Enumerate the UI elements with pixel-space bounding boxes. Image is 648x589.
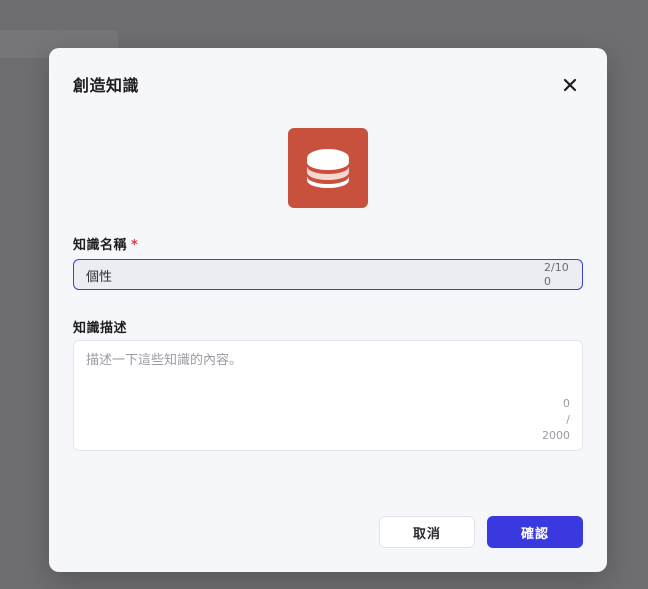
name-char-count: 2/100 [544,261,569,288]
name-label: 知識名稱 * [73,234,138,253]
description-count-current: 0 [563,397,570,410]
name-input-value: 個性 [86,270,113,285]
close-button[interactable] [560,75,580,95]
create-knowledge-modal: 創造知識 知識名稱 * 個性 2/100 知識描述 描述一下這些知識的內容。 0 … [49,48,607,572]
name-input[interactable]: 個性 2/100 [73,259,583,290]
modal-title: 創造知識 [73,76,140,95]
close-icon [563,78,577,92]
name-label-text: 知識名稱 [73,238,128,253]
confirm-button[interactable]: 確認 [487,516,583,548]
description-count-max: 2000 [542,429,570,442]
description-textarea[interactable]: 描述一下這些知識的內容。 0 / 2000 [73,340,583,451]
description-placeholder: 描述一下這些知識的內容。 [86,353,243,368]
description-char-count: 0 / 2000 [542,396,570,444]
required-mark: * [131,238,139,253]
database-icon [307,149,349,188]
description-label: 知識描述 [73,321,128,336]
description-count-separator: / [566,413,570,426]
knowledge-avatar[interactable] [288,128,368,208]
cancel-button[interactable]: 取消 [379,516,475,548]
